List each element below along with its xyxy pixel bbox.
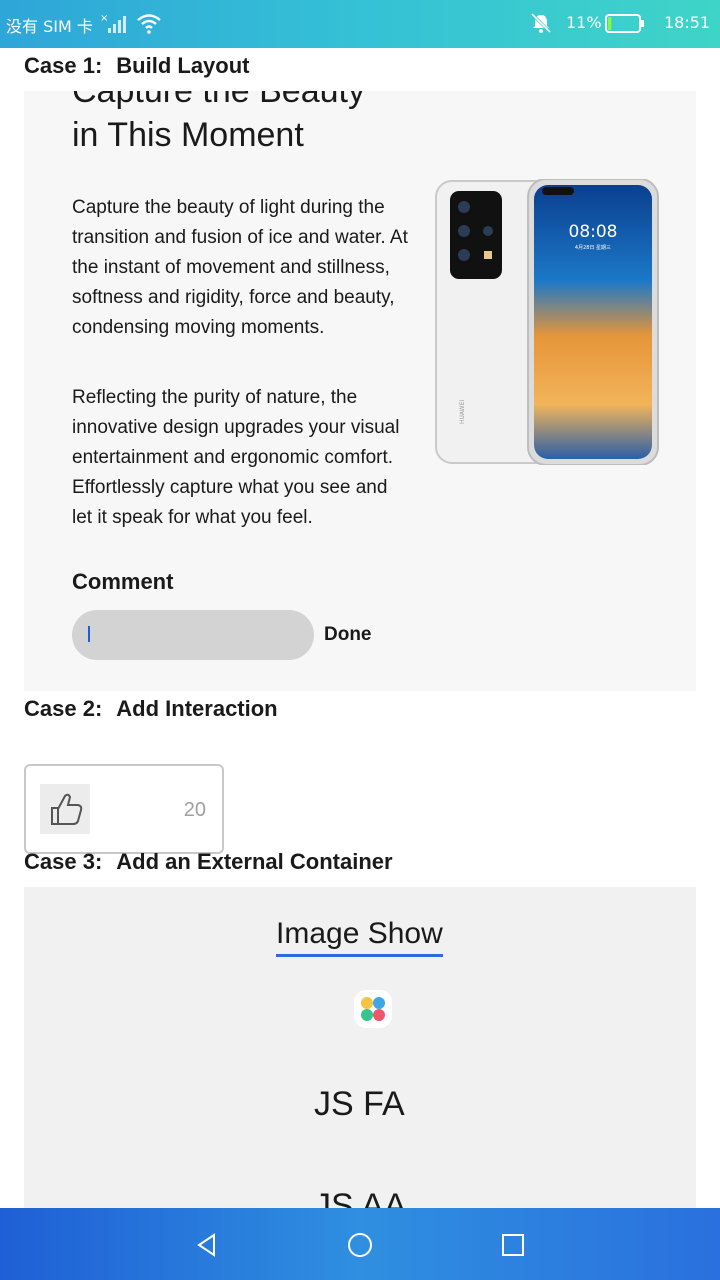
comment-label: Comment <box>72 569 174 594</box>
svg-text:08:08: 08:08 <box>569 222 618 242</box>
case1-title-text: Build Layout <box>116 53 250 78</box>
carrier-label: 没有 SIM 卡 <box>6 17 93 36</box>
heading-line-1: Capture the Beauty <box>72 91 365 110</box>
tab-image-show[interactable]: Image Show <box>276 917 443 957</box>
app-icon[interactable] <box>354 990 392 1028</box>
recents-icon[interactable] <box>498 1230 528 1260</box>
svg-text:HUAWEI: HUAWEI <box>459 400 466 424</box>
status-bar: 没有 SIM 卡 × 11% 18:51 <box>0 0 720 48</box>
svg-text:4月28日 星期三: 4月28日 星期三 <box>575 245 611 251</box>
svg-text:×: × <box>100 13 108 24</box>
thumbs-up-icon <box>40 784 90 834</box>
case3-title: Case 3: Add an External Container <box>24 849 393 875</box>
battery-percent: 11% <box>566 13 602 32</box>
phone-product-image: HUAWEI 08:08 4月28日 星期三 <box>435 179 659 465</box>
like-count: 20 <box>183 799 206 821</box>
paragraph-2: Reflecting the purity of nature, the inn… <box>72 387 400 528</box>
done-button[interactable]: Done <box>324 624 372 646</box>
case1-title: Case 1: Build Layout <box>24 53 250 79</box>
back-icon[interactable] <box>192 1230 222 1260</box>
signal-icon: × <box>100 13 126 33</box>
like-button[interactable]: 20 <box>24 764 224 854</box>
case2-title-prefix: Case 2: <box>24 696 103 721</box>
heading-line-2: in This Moment <box>72 116 304 154</box>
case1-container: Capture the Beauty in This Moment Captur… <box>24 91 696 691</box>
case2-title: Case 2: Add Interaction <box>24 696 278 722</box>
case1-title-prefix: Case 1: <box>24 53 103 78</box>
navigation-bar <box>0 1208 720 1280</box>
clock: 18:51 <box>664 13 711 32</box>
paragraph-1: Capture the beauty of light during the t… <box>72 197 408 338</box>
comment-input[interactable] <box>72 610 314 660</box>
case1-heading: Capture the Beauty in This Moment <box>72 91 365 157</box>
case2-title-text: Add Interaction <box>116 696 278 721</box>
list-item-js-fa[interactable]: JS FA <box>314 1085 405 1124</box>
bell-muted-icon <box>530 12 552 34</box>
wifi-icon <box>137 14 161 34</box>
home-icon[interactable] <box>345 1230 375 1260</box>
case3-container: Image Show JS FA JS AA <box>24 887 696 1208</box>
text-caret <box>88 626 90 642</box>
case3-title-prefix: Case 3: <box>24 849 103 874</box>
battery-icon <box>605 14 644 33</box>
case3-title-text: Add an External Container <box>116 849 393 874</box>
list-item-js-aa[interactable]: JS AA <box>314 1187 407 1208</box>
